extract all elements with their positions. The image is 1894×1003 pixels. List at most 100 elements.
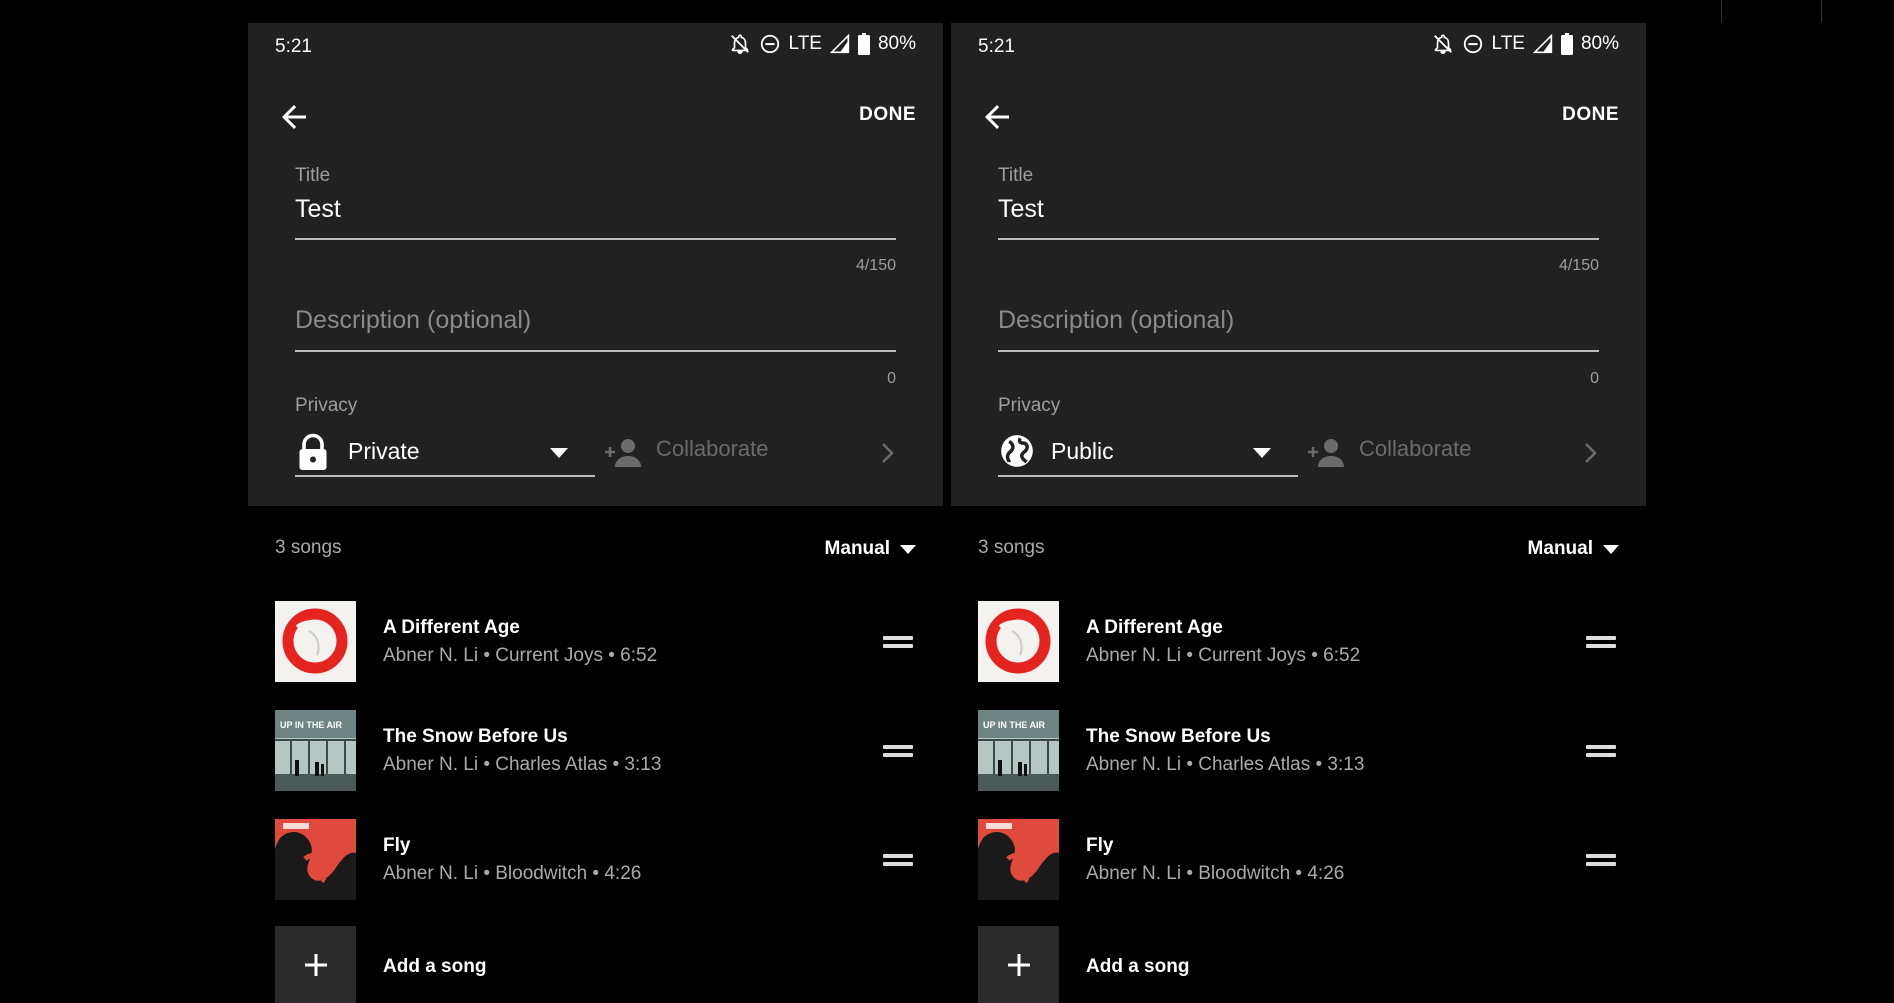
- songs-header: 3 songs Manual: [951, 533, 1646, 573]
- sort-label: Manual: [824, 538, 890, 559]
- song-row[interactable]: A Different Age Abner N. Li • Current Jo…: [248, 601, 943, 693]
- album-art-text: UP IN THE AIR: [280, 720, 343, 730]
- song-subtitle: Abner N. Li • Charles Atlas • 3:13: [1086, 754, 1365, 775]
- dropdown-caret-icon: [1253, 448, 1271, 458]
- song-title: The Snow Before Us: [1086, 726, 1271, 747]
- song-row[interactable]: UP IN THE AIR The Snow Before Us Abner N…: [951, 710, 1646, 802]
- title-underline: [998, 238, 1599, 240]
- do-not-disturb-icon: [760, 34, 779, 54]
- album-art: [275, 601, 356, 682]
- description-input[interactable]: Description (optional): [295, 306, 531, 335]
- description-counter: 0: [887, 370, 896, 387]
- globe-icon: [1001, 435, 1033, 467]
- status-time: 5:21: [275, 36, 312, 57]
- arrow-back-icon: [282, 105, 306, 129]
- arrow-back-icon: [985, 105, 1009, 129]
- album-art: [978, 819, 1059, 900]
- album-art: [275, 819, 356, 900]
- top-edge-marks: [1694, 0, 1894, 22]
- privacy-value: Public: [1051, 438, 1114, 464]
- song-subtitle: Abner N. Li • Bloodwitch • 4:26: [383, 863, 642, 884]
- description-input[interactable]: Description (optional): [998, 306, 1234, 335]
- add-person-icon: [605, 439, 641, 467]
- add-box: [275, 926, 356, 1003]
- song-subtitle: Abner N. Li • Current Joys • 6:52: [1086, 645, 1361, 666]
- dropdown-caret-icon: [1603, 544, 1619, 554]
- add-song-label: Add a song: [1086, 956, 1190, 977]
- status-icons: LTE 80%: [729, 33, 916, 55]
- do-not-disturb-icon: [1463, 34, 1482, 54]
- back-button[interactable]: [276, 99, 312, 135]
- album-art: UP IN THE AIR: [978, 710, 1059, 791]
- done-button[interactable]: DONE: [859, 104, 916, 126]
- collaborate-label: Collaborate: [656, 436, 769, 461]
- sort-dropdown[interactable]: Manual: [825, 533, 916, 565]
- phone-screen-private: 5:21 LTE 80% DONE Title Test 4/150 Descr…: [248, 23, 943, 1003]
- privacy-underline: [295, 475, 595, 477]
- add-person-icon: [1308, 439, 1344, 467]
- songs-count: 3 songs: [275, 537, 342, 558]
- app-bar: DONE: [248, 87, 943, 143]
- notifications-off-icon: [1433, 34, 1452, 54]
- title-input[interactable]: Test: [998, 195, 1044, 224]
- privacy-dropdown[interactable]: Public: [998, 428, 1298, 478]
- chevron-right-icon: [882, 443, 894, 463]
- back-button[interactable]: [979, 99, 1015, 135]
- title-counter: 4/150: [1558, 257, 1599, 274]
- battery-icon: [857, 33, 870, 55]
- collaborate-button[interactable]: Collaborate: [603, 428, 903, 478]
- status-time: 5:21: [978, 36, 1015, 57]
- description-underline: [295, 350, 896, 352]
- privacy-value: Private: [348, 438, 420, 464]
- plus-icon: [1007, 953, 1030, 976]
- drag-handle-icon[interactable]: [883, 851, 913, 869]
- song-title: Fly: [383, 835, 411, 856]
- drag-handle-icon[interactable]: [1586, 742, 1616, 760]
- status-bar: 5:21 LTE 80%: [248, 23, 943, 71]
- song-row[interactable]: UP IN THE AIR The Snow Before Us Abner N…: [248, 710, 943, 802]
- drag-handle-icon[interactable]: [883, 742, 913, 760]
- playlist-edit-panel: 5:21 LTE 80% DONE Title Test 4/150 Descr…: [951, 23, 1646, 506]
- privacy-dropdown[interactable]: Private: [295, 428, 595, 478]
- drag-handle-icon[interactable]: [1586, 633, 1616, 651]
- signal-icon: [1532, 34, 1553, 54]
- description-counter: 0: [1590, 370, 1599, 387]
- collaborate-button[interactable]: Collaborate: [1306, 428, 1606, 478]
- title-label: Title: [295, 165, 331, 186]
- song-row[interactable]: Fly Abner N. Li • Bloodwitch • 4:26: [248, 819, 943, 911]
- song-row[interactable]: Fly Abner N. Li • Bloodwitch • 4:26: [951, 819, 1646, 911]
- sort-dropdown[interactable]: Manual: [1528, 533, 1619, 565]
- signal-icon: [829, 34, 850, 54]
- song-subtitle: Abner N. Li • Current Joys • 6:52: [383, 645, 658, 666]
- privacy-underline: [998, 475, 1298, 477]
- album-art: [978, 601, 1059, 682]
- title-underline: [295, 238, 896, 240]
- drag-handle-icon[interactable]: [883, 633, 913, 651]
- add-song-button[interactable]: Add a song: [951, 926, 1646, 1003]
- sort-label: Manual: [1527, 538, 1593, 559]
- song-title: A Different Age: [1086, 617, 1223, 638]
- collaborate-label: Collaborate: [1359, 436, 1472, 461]
- dropdown-caret-icon: [900, 544, 916, 554]
- song-title: A Different Age: [383, 617, 520, 638]
- privacy-label: Privacy: [295, 395, 358, 416]
- songs-count: 3 songs: [978, 537, 1045, 558]
- lock-icon: [299, 433, 327, 470]
- song-title: The Snow Before Us: [383, 726, 568, 747]
- battery-percent: 80%: [1580, 33, 1619, 54]
- song-title: Fly: [1086, 835, 1114, 856]
- title-input[interactable]: Test: [295, 195, 341, 224]
- title-label: Title: [998, 165, 1034, 186]
- chevron-right-icon: [1585, 443, 1597, 463]
- song-row[interactable]: A Different Age Abner N. Li • Current Jo…: [951, 601, 1646, 693]
- title-counter: 4/150: [855, 257, 896, 274]
- playlist-edit-panel: 5:21 LTE 80% DONE Title Test 4/150 Descr…: [248, 23, 943, 506]
- drag-handle-icon[interactable]: [1586, 851, 1616, 869]
- done-button[interactable]: DONE: [1562, 104, 1619, 126]
- songs-header: 3 songs Manual: [248, 533, 943, 573]
- battery-percent: 80%: [877, 33, 916, 54]
- status-icons: LTE 80%: [1432, 33, 1619, 55]
- battery-icon: [1560, 33, 1573, 55]
- add-song-button[interactable]: Add a song: [248, 926, 943, 1003]
- notifications-off-icon: [730, 34, 749, 54]
